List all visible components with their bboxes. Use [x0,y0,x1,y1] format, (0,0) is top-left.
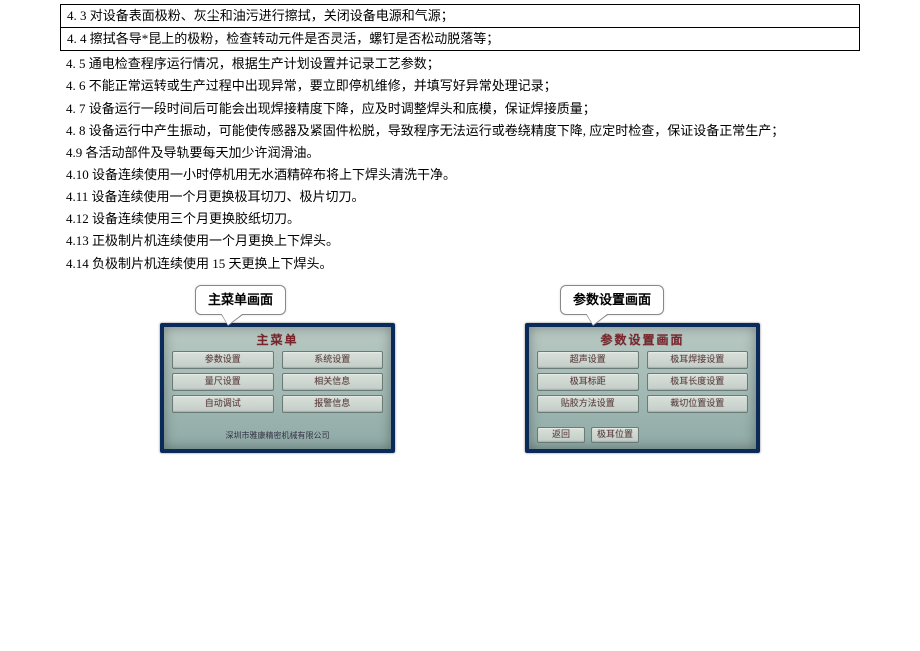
main-menu-panel: 主菜单 参数设置 系统设置 量尺设置 相关信息 自动调试 报警信息 深圳市雅康精… [160,323,395,453]
return-button[interactable]: 返回 [537,427,585,443]
related-info-button[interactable]: 相关信息 [282,373,384,391]
tab-length-setting-button[interactable]: 极耳长度设置 [647,373,749,391]
ultrasonic-setting-button[interactable]: 超声设置 [537,351,639,369]
param-panel: 参数设置画面 超声设置 极耳焊接设置 极耳标距 极耳长度设置 贴胶方法设置 裁切… [525,323,760,453]
cut-position-setting-button[interactable]: 裁切位置设置 [647,395,749,413]
text-line: 4.9 各活动部件及导轨要每天加少许润滑油。 [60,142,860,164]
text-line: 4. 6 不能正常运转或生产过程中出现异常，要立即停机维修，并填写好异常处理记录… [60,75,860,97]
callout-tail-icon [220,311,246,325]
param-callout: 参数设置画面 [560,285,664,315]
text-line: 4. 7 设备运行一段时间后可能会出现焊接精度下降，应及时调整焊头和底模，保证焊… [60,98,860,120]
text-line: 4. 8 设备运行中产生振动，可能使传感器及紧固件松脱，导致程序无法运行或卷绕精… [60,120,860,142]
param-button-grid: 超声设置 极耳焊接设置 极耳标距 极耳长度设置 贴胶方法设置 裁切位置设置 [537,351,748,422]
ruler-setting-button[interactable]: 量尺设置 [172,373,274,391]
callout-tail-icon [585,311,611,325]
text-line: 4.10 设备连续使用一小时停机用无水酒精碎布将上下焊头清洗干净。 [60,164,860,186]
tab-position-button[interactable]: 极耳位置 [591,427,639,443]
main-menu-screen-block: 主菜单画面 主菜单 参数设置 系统设置 量尺设置 相关信息 自动调试 报警信息 … [160,323,395,453]
param-screen-block: 参数设置画面 参数设置画面 超声设置 极耳焊接设置 极耳标距 极耳长度设置 贴胶… [525,323,760,453]
main-menu-title: 主菜单 [172,331,383,350]
hmi-screens-area: 主菜单画面 主菜单 参数设置 系统设置 量尺设置 相关信息 自动调试 报警信息 … [0,283,920,453]
auto-debug-button[interactable]: 自动调试 [172,395,274,413]
text-line: 4.11 设备连续使用一个月更换极耳切刀、极片切刀。 [60,186,860,208]
alarm-info-button[interactable]: 报警信息 [282,395,384,413]
text-line: 4. 3 对设备表面极粉、灰尘和油污进行擦拭，关闭设备电源和气源； [60,4,860,27]
text-line: 4.13 正极制片机连续使用一个月更换上下焊头。 [60,230,860,252]
main-menu-button-grid: 参数设置 系统设置 量尺设置 相关信息 自动调试 报警信息 [172,351,383,428]
glue-method-setting-button[interactable]: 贴胶方法设置 [537,395,639,413]
param-setting-button[interactable]: 参数设置 [172,351,274,369]
text-line: 4.14 负极制片机连续使用 15 天更换上下焊头。 [60,253,860,275]
text-line: 4. 4 擦拭各导*昆上的极粉，检查转动元件是否灵活，螺钉是否松动脱落等； [60,27,860,51]
main-menu-footer: 深圳市雅康精密机械有限公司 [172,430,383,442]
tab-gauge-button[interactable]: 极耳标距 [537,373,639,391]
document-text: 4. 3 对设备表面极粉、灰尘和油污进行擦拭，关闭设备电源和气源； 4. 4 擦… [0,0,920,283]
text-line: 4. 5 通电检查程序运行情况，根据生产计划设置并记录工艺参数； [60,53,860,75]
param-title: 参数设置画面 [537,331,748,350]
tab-weld-setting-button[interactable]: 极耳焊接设置 [647,351,749,369]
system-setting-button[interactable]: 系统设置 [282,351,384,369]
text-line: 4.12 设备连续使用三个月更换胶纸切刀。 [60,208,860,230]
